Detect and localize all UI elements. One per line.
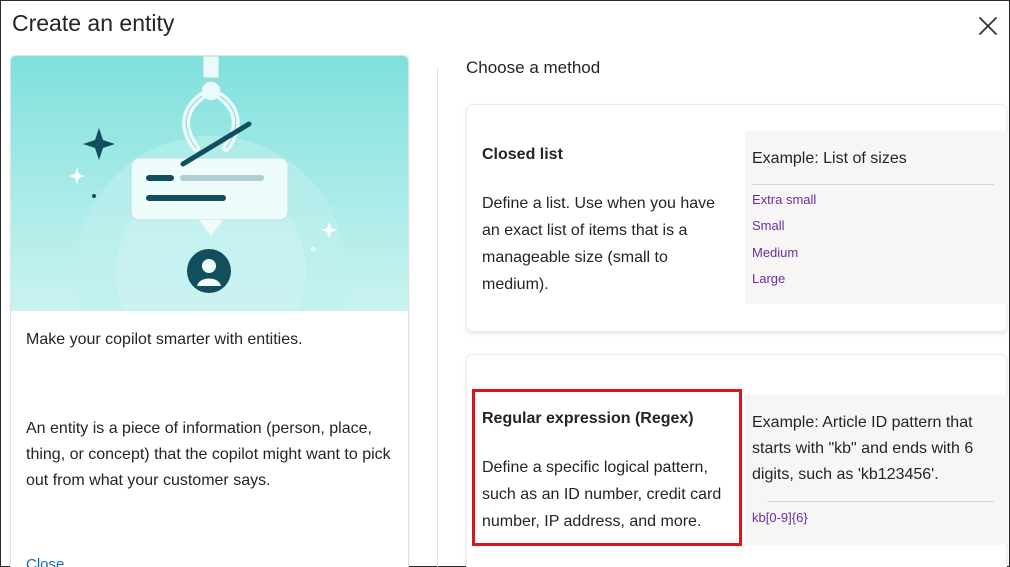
example-divider	[752, 184, 994, 185]
example-box: Example: List of sizes Extra small Small…	[745, 131, 1008, 304]
example-box: Example: Article ID pattern that starts …	[745, 395, 1008, 545]
example-divider	[767, 501, 994, 502]
choose-method-heading: Choose a method	[466, 58, 601, 77]
intro-text: Make your copilot smarter with entities.	[26, 331, 303, 348]
example-item: Extra small	[752, 192, 817, 207]
highlight-box	[472, 389, 742, 546]
vertical-divider	[437, 68, 438, 567]
example-pattern: kb[0-9]{6}	[752, 510, 808, 525]
entity-description: An entity is a piece of information (per…	[26, 420, 391, 489]
card-title: Closed list	[482, 146, 563, 163]
example-item: Large	[752, 271, 786, 286]
closed-list-card[interactable]: Closed list Define a list. Use when you …	[466, 104, 1008, 332]
entity-illustration	[11, 56, 408, 311]
example-item: Medium	[752, 245, 799, 260]
info-panel: Make your copilot smarter with entities.…	[10, 55, 409, 567]
dialog-title: Create an entity	[12, 10, 175, 36]
close-icon[interactable]	[976, 14, 1000, 38]
example-title: Example: List of sizes	[752, 150, 907, 167]
close-link[interactable]: Close	[26, 556, 64, 567]
example-item: Small	[752, 218, 785, 233]
example-title: Example: Article ID pattern that starts …	[752, 414, 974, 483]
card-description: Define a list. Use when you have an exac…	[482, 195, 716, 293]
